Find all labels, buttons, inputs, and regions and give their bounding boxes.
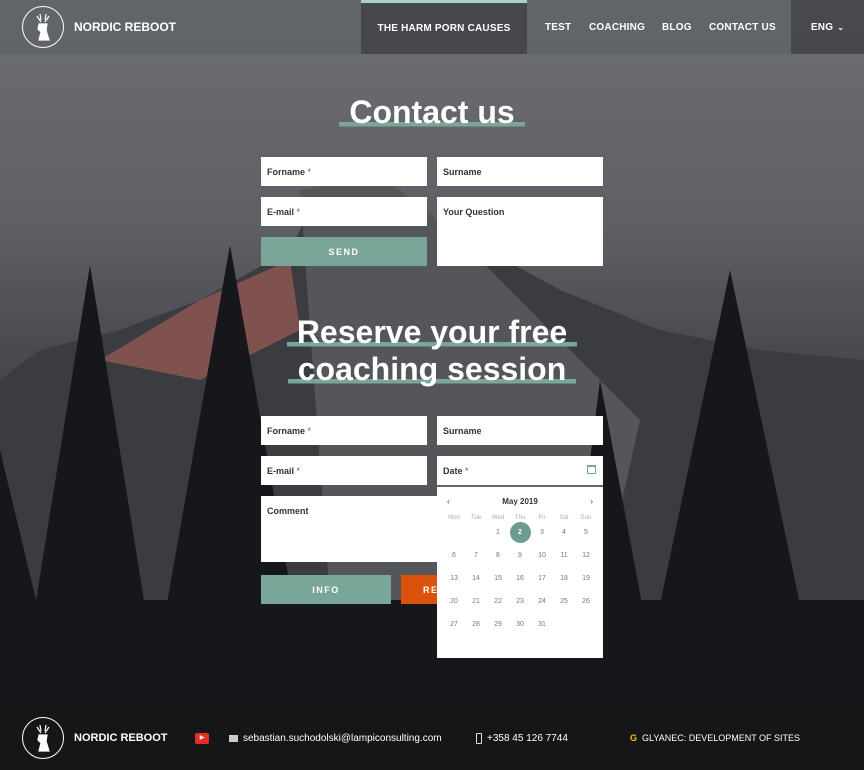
mail-icon — [229, 734, 238, 742]
calendar-day[interactable]: 5 — [575, 521, 597, 544]
footer-email-link[interactable]: sebastian.suchodolski@lampiconsulting.co… — [229, 706, 442, 770]
calendar-day[interactable]: 15 — [487, 567, 509, 590]
contact-forname-input[interactable]: Forname * — [261, 157, 427, 186]
nav-harm-porn-causes[interactable]: THE HARM PORN CAUSES — [361, 0, 527, 54]
calendar-day[interactable]: 13 — [443, 567, 465, 590]
calendar-day[interactable]: 22 — [487, 590, 509, 613]
reserve-email-input[interactable]: E-mail * — [261, 456, 427, 485]
calendar-day[interactable]: 27 — [443, 613, 465, 636]
youtube-link[interactable]: ▶ — [195, 706, 209, 770]
calendar-day[interactable]: 17 — [531, 567, 553, 590]
calendar-day[interactable]: 31 — [531, 613, 553, 636]
contact-email-input[interactable]: E-mail * — [261, 197, 427, 226]
calendar-day[interactable]: 19 — [575, 567, 597, 590]
selected-day[interactable]: 2 — [509, 521, 531, 544]
phone-icon — [476, 732, 482, 744]
empty-day — [465, 521, 487, 544]
footer-phone-link[interactable]: +358 45 126 7744 — [476, 706, 568, 770]
calendar-day[interactable]: 3 — [531, 521, 553, 544]
footer-brand[interactable]: NORDIC REBOOT — [22, 706, 168, 770]
calendar-day[interactable]: 8 — [487, 544, 509, 567]
calendar-day[interactable]: 9 — [509, 544, 531, 567]
contact-surname-input[interactable]: Surname — [437, 157, 603, 186]
calendar-day[interactable]: 7 — [465, 544, 487, 567]
send-button[interactable]: SEND — [261, 237, 427, 266]
developer-link[interactable]: G GLYANEC: DEVELOPMENT OF SITES — [630, 706, 800, 770]
calendar-day[interactable]: 10 — [531, 544, 553, 567]
glyanec-logo-icon: G — [630, 733, 638, 743]
info-button[interactable]: INFO — [261, 575, 391, 604]
chevron-down-icon: ⌄ — [837, 22, 845, 32]
calendar-day[interactable]: 21 — [465, 590, 487, 613]
reserve-title: Reserve your free coaching session — [0, 314, 864, 388]
calendar-day[interactable]: 12 — [575, 544, 597, 567]
reserve-comment-textarea[interactable]: Comment — [261, 496, 437, 562]
calendar-day[interactable]: 11 — [553, 544, 575, 567]
calendar-day[interactable]: 23 — [509, 590, 531, 613]
deer-logo-icon — [22, 6, 64, 48]
calendar-day[interactable]: 18 — [553, 567, 575, 590]
reserve-date-input[interactable]: Date * — [437, 456, 603, 485]
calendar-day[interactable]: 4 — [553, 521, 575, 544]
calendar-day[interactable]: 6 — [443, 544, 465, 567]
calendar-day[interactable]: 14 — [465, 567, 487, 590]
date-picker: ‹ May 2019 › Mon Tue Wed Thu Fri Sat Sun 1 2 3 4 5 6 7 8… — [437, 485, 603, 658]
calendar-day[interactable]: 30 — [509, 613, 531, 636]
calendar-day[interactable]: 25 — [553, 590, 575, 613]
calendar-day[interactable]: 20 — [443, 590, 465, 613]
nav-blog[interactable]: BLOG — [662, 0, 692, 54]
reserve-forname-input[interactable]: Forname * — [261, 416, 427, 445]
youtube-icon: ▶ — [195, 732, 209, 744]
calendar-day[interactable]: 24 — [531, 590, 553, 613]
calendar-day[interactable]: 28 — [465, 613, 487, 636]
calendar-icon — [587, 465, 596, 474]
contact-question-textarea[interactable]: Your Question — [437, 197, 603, 266]
language-label: ENG — [810, 21, 834, 33]
calendar-day[interactable]: 1 — [487, 521, 509, 544]
empty-day — [443, 521, 465, 544]
calendar-month: May 2019 — [502, 497, 538, 506]
nav-coaching[interactable]: COACHING — [589, 0, 645, 54]
top-nav: NORDIC REBOOT THE HARM PORN CAUSES TEST … — [0, 0, 864, 54]
contact-title: Contact us — [0, 94, 864, 131]
calendar-day[interactable]: 29 — [487, 613, 509, 636]
calendar-day[interactable]: 26 — [575, 590, 597, 613]
calendar-day[interactable]: 16 — [509, 567, 531, 590]
brand-name: NORDIC REBOOT — [74, 20, 176, 34]
language-select[interactable]: ENG ⌄ — [791, 0, 864, 54]
deer-logo-icon — [22, 717, 64, 759]
reserve-surname-input[interactable]: Surname — [437, 416, 603, 445]
next-month-button[interactable]: › — [590, 497, 593, 506]
prev-month-button[interactable]: ‹ — [447, 497, 450, 506]
nav-test[interactable]: TEST — [545, 0, 571, 54]
brand-logo[interactable]: NORDIC REBOOT — [22, 6, 176, 48]
footer: NORDIC REBOOT ▶ sebastian.suchodolski@la… — [0, 706, 864, 770]
nav-contact-us[interactable]: CONTACT US — [709, 0, 776, 54]
